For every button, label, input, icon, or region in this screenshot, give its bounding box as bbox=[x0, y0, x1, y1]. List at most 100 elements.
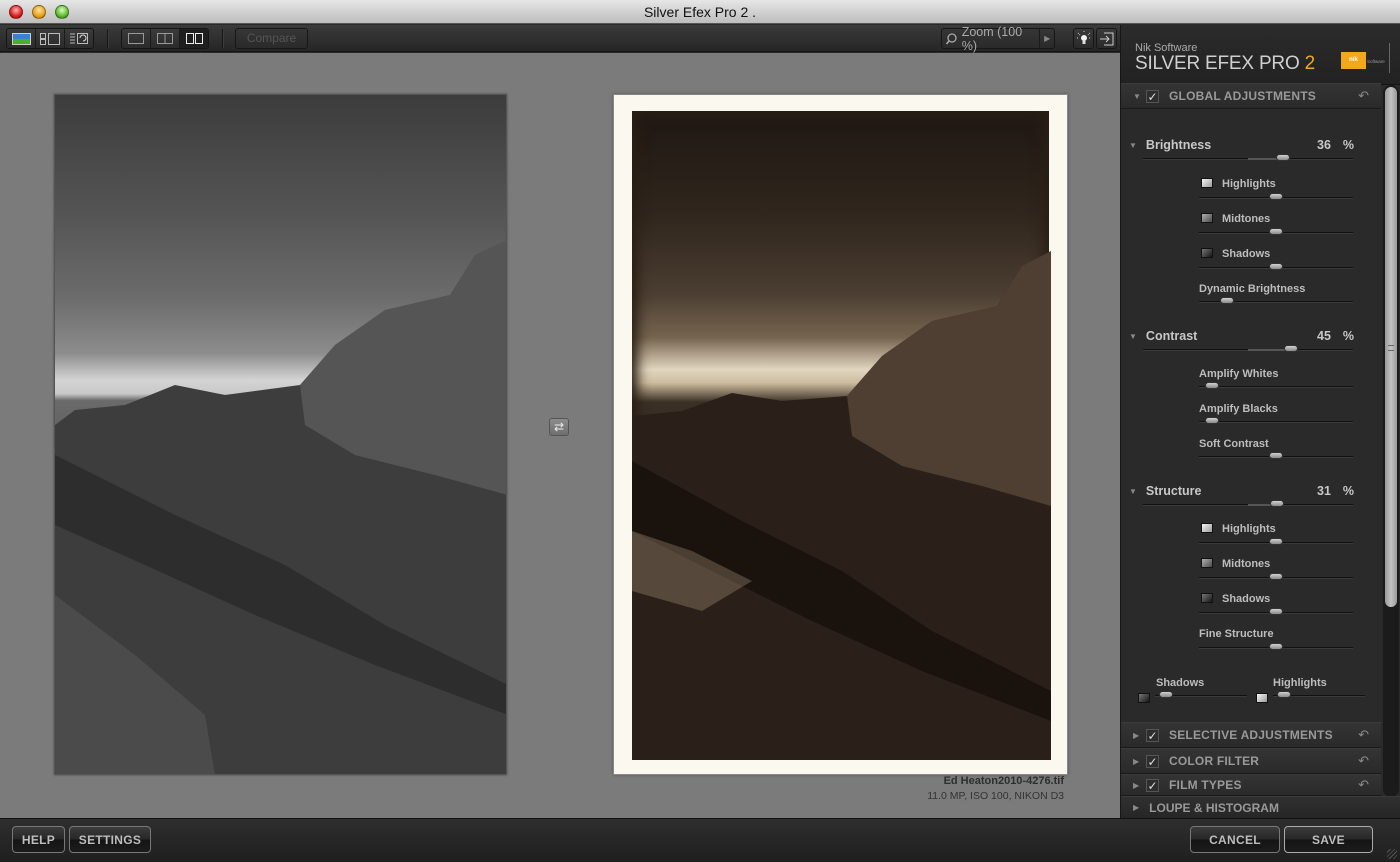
logo-divider bbox=[1389, 43, 1390, 73]
lightbulb-button[interactable] bbox=[1073, 28, 1094, 49]
slider-knob[interactable] bbox=[1220, 297, 1234, 304]
brightness-midtones-slider[interactable] bbox=[1199, 228, 1353, 235]
side-by-side-layout-button[interactable] bbox=[180, 29, 208, 48]
brand-header: Nik Software SILVER EFEX PRO 2 nik Softw… bbox=[1121, 25, 1400, 85]
structure-slider[interactable] bbox=[1143, 500, 1353, 507]
split-layout-button[interactable] bbox=[151, 29, 180, 48]
expand-triangle-icon[interactable]: ▶ bbox=[1133, 757, 1143, 766]
settings-button[interactable]: SETTINGS bbox=[69, 826, 151, 853]
save-button[interactable]: SAVE bbox=[1284, 826, 1373, 853]
single-layout-button[interactable] bbox=[122, 29, 151, 48]
brightness-header[interactable]: ▼ Brightness bbox=[1129, 138, 1211, 152]
tonal-highlights-slider[interactable] bbox=[1273, 691, 1365, 698]
resize-grip-icon[interactable] bbox=[1387, 849, 1397, 859]
slider-knob[interactable] bbox=[1269, 263, 1283, 270]
section-label: SELECTIVE ADJUSTMENTS bbox=[1169, 728, 1333, 742]
minimize-window-button[interactable] bbox=[32, 5, 46, 19]
single-pane-icon bbox=[128, 33, 144, 44]
slider-knob[interactable] bbox=[1269, 608, 1283, 615]
browser-view-button[interactable] bbox=[36, 29, 65, 48]
slider-knob[interactable] bbox=[1269, 452, 1283, 459]
brightness-shadows-slider[interactable] bbox=[1199, 263, 1353, 270]
undo-icon[interactable]: ↶ bbox=[1358, 753, 1369, 769]
product-version: 2 bbox=[1304, 53, 1316, 74]
slider-knob[interactable] bbox=[1269, 643, 1283, 650]
cancel-button[interactable]: CANCEL bbox=[1190, 826, 1280, 853]
undo-icon[interactable]: ↶ bbox=[1358, 777, 1369, 793]
compare-button[interactable]: Compare bbox=[235, 28, 308, 49]
selective-adjustments-checkbox[interactable]: ✓ bbox=[1146, 728, 1159, 742]
soft-contrast-label: Soft Contrast bbox=[1199, 438, 1269, 450]
slider-knob[interactable] bbox=[1269, 538, 1283, 545]
single-image-view-button[interactable] bbox=[7, 29, 36, 48]
tonal-shadows-slider[interactable] bbox=[1155, 691, 1247, 698]
collapse-triangle-icon[interactable]: ▼ bbox=[1133, 92, 1143, 101]
slider-knob[interactable] bbox=[1276, 154, 1290, 161]
exit-button[interactable] bbox=[1096, 28, 1117, 49]
split-pane-icon bbox=[157, 33, 173, 44]
amplify-blacks-slider[interactable] bbox=[1199, 417, 1353, 424]
soft-contrast-slider[interactable] bbox=[1199, 452, 1353, 459]
bottom-bar: HELP SETTINGS CANCEL SAVE bbox=[0, 818, 1400, 862]
selective-adjustments-header[interactable]: ▶ ✓ SELECTIVE ADJUSTMENTS ↶ bbox=[1121, 722, 1381, 748]
contrast-slider[interactable] bbox=[1143, 345, 1353, 352]
structure-label: Structure bbox=[1145, 484, 1202, 498]
color-filter-checkbox[interactable]: ✓ bbox=[1146, 754, 1159, 768]
slider-knob[interactable] bbox=[1277, 691, 1291, 698]
exit-icon bbox=[1099, 32, 1113, 45]
collapse-triangle-icon[interactable]: ▼ bbox=[1129, 332, 1137, 341]
window-title: Silver Efex Pro 2 . bbox=[643, 4, 757, 20]
color-filter-header[interactable]: ▶ ✓ COLOR FILTER ↶ bbox=[1121, 748, 1381, 774]
scroll-grip-icon bbox=[1388, 345, 1394, 351]
result-rock-shape bbox=[632, 251, 1051, 760]
contrast-header[interactable]: ▼ Contrast bbox=[1129, 329, 1197, 343]
expand-triangle-icon[interactable]: ▶ bbox=[1133, 781, 1143, 790]
help-button[interactable]: HELP bbox=[12, 826, 65, 853]
percent-unit: % bbox=[1342, 138, 1355, 152]
slider-knob[interactable] bbox=[1269, 573, 1283, 580]
zoom-label: Zoom (100 %) bbox=[961, 24, 1023, 53]
global-adjustments-checkbox[interactable]: ✓ bbox=[1146, 89, 1159, 103]
slider-knob[interactable] bbox=[1269, 228, 1283, 235]
slider-knob[interactable] bbox=[1284, 345, 1298, 352]
percent-unit: % bbox=[1342, 484, 1355, 498]
dynamic-brightness-slider[interactable] bbox=[1199, 297, 1353, 304]
toolbar: Compare Zoom (100 %) ▶ bbox=[0, 25, 1120, 53]
close-window-button[interactable] bbox=[9, 5, 23, 19]
slider-knob[interactable] bbox=[1205, 417, 1219, 424]
slider-knob[interactable] bbox=[1159, 691, 1173, 698]
slider-knob[interactable] bbox=[1205, 382, 1219, 389]
collapse-triangle-icon[interactable]: ▼ bbox=[1129, 487, 1137, 496]
structure-header[interactable]: ▼ Structure bbox=[1129, 484, 1202, 498]
undo-icon[interactable]: ↶ bbox=[1358, 727, 1369, 743]
fine-structure-slider[interactable] bbox=[1199, 643, 1353, 650]
slider-knob[interactable] bbox=[1269, 193, 1283, 200]
amplify-whites-slider[interactable] bbox=[1199, 382, 1353, 389]
lightbulb-icon bbox=[1076, 30, 1091, 44]
film-types-checkbox[interactable]: ✓ bbox=[1146, 778, 1159, 792]
zoom-window-button[interactable] bbox=[55, 5, 69, 19]
structure-midtones-slider[interactable] bbox=[1199, 573, 1353, 580]
zoom-menu-arrow-icon[interactable]: ▶ bbox=[1039, 29, 1054, 48]
toolbar-divider bbox=[107, 29, 108, 48]
global-adjustments-header[interactable]: ▼ ✓ GLOBAL ADJUSTMENTS ↶ bbox=[1121, 83, 1381, 109]
original-image[interactable] bbox=[54, 94, 507, 775]
collapse-triangle-icon[interactable]: ▼ bbox=[1129, 141, 1137, 150]
history-view-button[interactable] bbox=[65, 29, 93, 48]
panel-scrollbar[interactable] bbox=[1383, 85, 1399, 797]
structure-highlights-slider[interactable] bbox=[1199, 538, 1353, 545]
film-types-header[interactable]: ▶ ✓ FILM TYPES ↶ bbox=[1121, 774, 1381, 796]
zoom-button[interactable]: Zoom (100 %) ▶ bbox=[941, 25, 1055, 53]
swap-icon[interactable]: ⇄ bbox=[549, 418, 569, 436]
expand-triangle-icon[interactable]: ▶ bbox=[1133, 731, 1143, 740]
expand-triangle-icon[interactable]: ▶ bbox=[1133, 803, 1139, 812]
loupe-histogram-header[interactable]: ▶ LOUPE & HISTOGRAM bbox=[1121, 796, 1400, 818]
scrollbar-thumb[interactable] bbox=[1385, 87, 1397, 607]
structure-shadows-slider[interactable] bbox=[1199, 608, 1353, 615]
undo-icon[interactable]: ↶ bbox=[1358, 88, 1369, 104]
contrast-value: 45% bbox=[1317, 329, 1354, 343]
brightness-highlights-slider[interactable] bbox=[1199, 193, 1353, 200]
result-image[interactable] bbox=[613, 94, 1068, 775]
brightness-slider[interactable] bbox=[1143, 154, 1353, 161]
slider-knob[interactable] bbox=[1270, 500, 1284, 507]
